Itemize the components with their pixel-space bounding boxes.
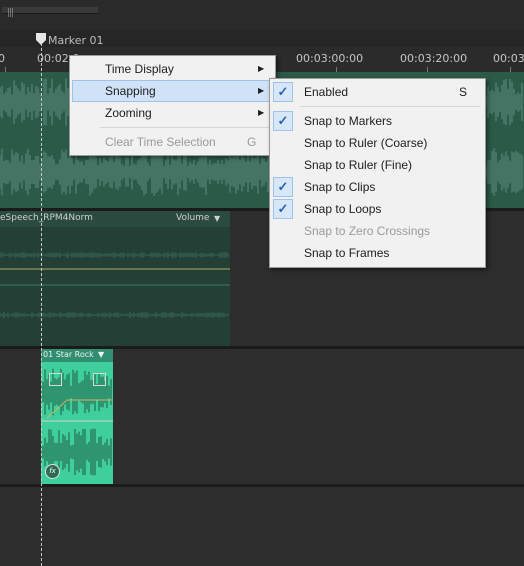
checkmark-icon: ✓: [273, 199, 293, 219]
menu-separator: [300, 106, 480, 107]
menu-item-shortcut: G: [247, 135, 257, 149]
clip-menu-icon[interactable]: ▼: [98, 350, 104, 359]
snapping-submenu: ✓ Enabled S ✓ Snap to Markers Snap to Ru…: [269, 78, 486, 268]
menu-item-label: Time Display: [105, 62, 174, 76]
menu-item-snap-to-markers[interactable]: ✓ Snap to Markers: [272, 110, 481, 132]
playhead-line[interactable]: [41, 43, 42, 566]
menu-item-label: Clear Time Selection: [105, 135, 216, 149]
menu-item-snap-to-ruler-fine[interactable]: Snap to Ruler (Fine): [272, 154, 481, 176]
menu-item-label: Snap to Clips: [304, 180, 376, 194]
menu-item-label: Snap to Ruler (Coarse): [304, 136, 428, 150]
context-menu: Time Display ▶ Snapping ▶ Zooming ▶ Clea…: [69, 55, 276, 156]
fade-in-handle[interactable]: [49, 373, 62, 386]
ruler-tick-label: 00:03:4: [493, 52, 524, 65]
menu-item-zooming[interactable]: Zooming ▶: [72, 102, 271, 124]
menu-item-snap-to-clips[interactable]: ✓ Snap to Clips: [272, 176, 481, 198]
clip-name-label: eSpeech_RPM4Norm: [0, 213, 93, 223]
menu-item-label: Zooming: [105, 106, 152, 120]
top-bar: [0, 0, 524, 30]
grip-icon[interactable]: |||: [7, 8, 14, 18]
submenu-arrow-icon: ▶: [258, 108, 265, 117]
ruler-tick-label: 00:03:00:00: [296, 52, 364, 65]
menu-item-shortcut: S: [459, 85, 468, 99]
checkmark-icon: ✓: [273, 177, 293, 197]
submenu-arrow-icon: ▶: [258, 86, 265, 95]
submenu-arrow-icon: ▶: [258, 64, 265, 73]
track-divider[interactable]: [0, 484, 524, 487]
clip-name-label: 01 Star Rock: [43, 350, 94, 359]
menu-item-clear-time-selection[interactable]: Clear Time Selection G: [72, 131, 271, 153]
menu-item-snap-to-frames[interactable]: Snap to Frames: [272, 242, 481, 264]
checkmark-icon: ✓: [273, 82, 293, 102]
menu-item-snap-to-ruler-coarse[interactable]: Snap to Ruler (Coarse): [272, 132, 481, 154]
menu-item-label: Snap to Markers: [304, 114, 393, 128]
horizontal-scroll-thumb[interactable]: [2, 7, 98, 14]
fade-out-handle[interactable]: [93, 373, 106, 386]
menu-item-enabled[interactable]: ✓ Enabled S: [272, 81, 481, 103]
menu-item-time-display[interactable]: Time Display ▶: [72, 58, 271, 80]
marker-label[interactable]: Marker 01: [48, 34, 104, 47]
menu-item-snap-to-loops[interactable]: ✓ Snap to Loops: [272, 198, 481, 220]
menu-item-snapping[interactable]: Snapping ▶: [72, 80, 271, 102]
menu-item-snap-to-zero-crossings[interactable]: Snap to Zero Crossings: [272, 220, 481, 242]
track-2-waveform: [0, 252, 230, 318]
checkmark-icon: ✓: [273, 111, 293, 131]
menu-item-label: Enabled: [304, 85, 349, 99]
menu-separator: [100, 127, 270, 128]
menu-item-label: Snap to Ruler (Fine): [304, 158, 413, 172]
volume-dropdown-icon[interactable]: ▼: [214, 214, 220, 223]
menu-item-label: Snap to Zero Crossings: [304, 224, 431, 238]
ruler-tick-label: 00:03:20:00: [400, 52, 468, 65]
menu-item-label: Snapping: [105, 84, 156, 98]
ruler-tick-label: 0: [0, 52, 5, 65]
menu-item-label: Snap to Frames: [304, 246, 390, 260]
volume-label[interactable]: Volume: [176, 213, 209, 223]
menu-item-label: Snap to Loops: [304, 202, 382, 216]
fx-icon[interactable]: fx: [45, 464, 60, 479]
